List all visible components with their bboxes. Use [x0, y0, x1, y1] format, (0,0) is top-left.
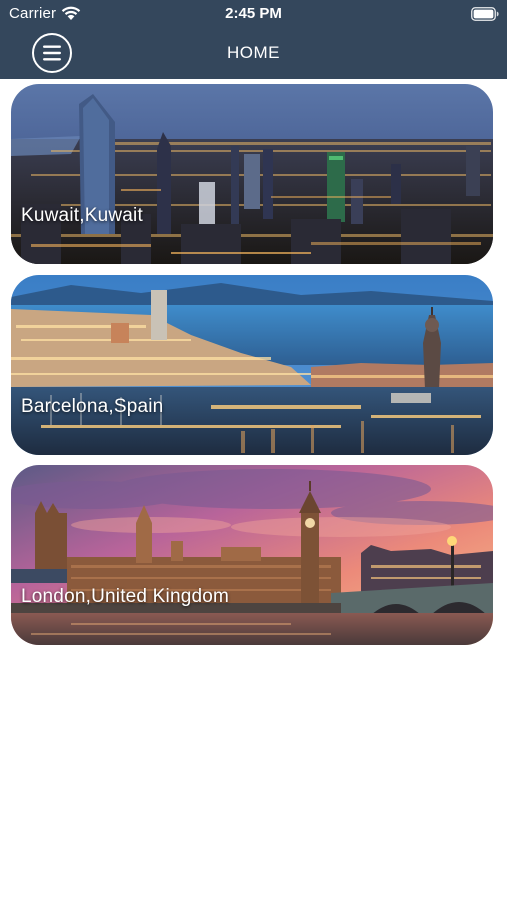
city-card-kuwait[interactable]: Kuwait,Kuwait [11, 84, 493, 264]
status-bar: Carrier 2:45 PM [0, 0, 507, 28]
city-image-barcelona [11, 275, 493, 455]
status-time: 2:45 PM [225, 5, 282, 22]
battery-icon [471, 7, 499, 21]
city-label: London,United Kingdom [21, 586, 230, 607]
city-label: Kuwait,Kuwait [21, 205, 143, 226]
city-card-barcelona[interactable]: Barcelona,Spain [11, 275, 493, 455]
page-title: HOME [227, 43, 280, 62]
city-image-london [11, 465, 493, 645]
city-card-london[interactable]: London,United Kingdom [11, 465, 493, 645]
city-image-kuwait [11, 84, 493, 264]
top-bar: Carrier 2:45 PM HOME [0, 0, 507, 79]
city-label: Barcelona,Spain [21, 396, 164, 417]
nav-bar: HOME [0, 28, 507, 79]
